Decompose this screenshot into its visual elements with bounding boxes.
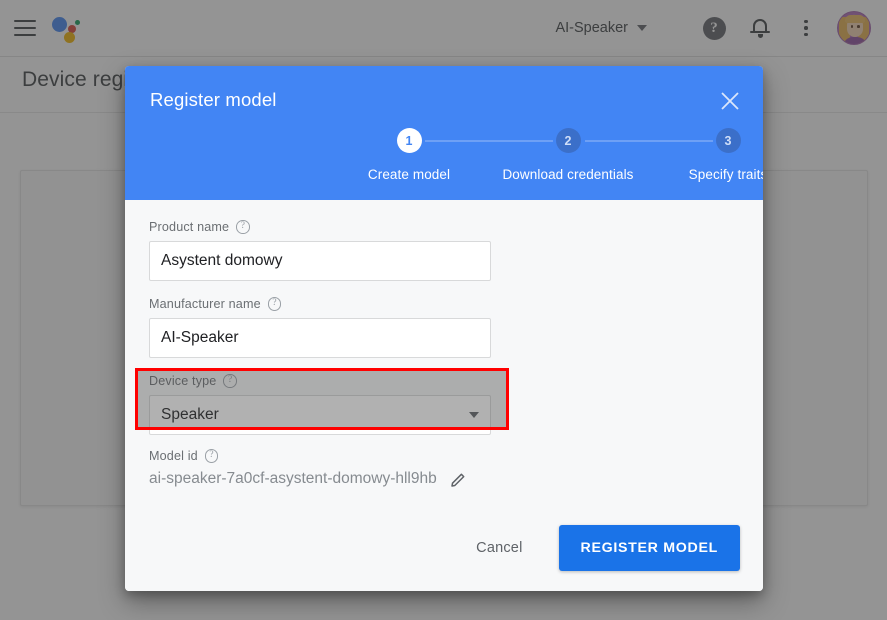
dialog-body: Product name ? Asystent domowy Manufactu… xyxy=(125,200,763,505)
device-type-value: Speaker xyxy=(161,406,219,423)
model-id-label-row: Model id ? xyxy=(149,449,739,463)
device-type-label: Device type xyxy=(149,374,217,388)
dialog-title: Register model xyxy=(150,89,277,110)
register-model-dialog: Register model 1 Create model 2 Download… xyxy=(125,66,763,591)
product-name-input[interactable]: Asystent domowy xyxy=(149,241,491,281)
help-circle-icon[interactable]: ? xyxy=(223,374,237,388)
device-type-select[interactable]: Speaker xyxy=(149,395,491,435)
stepper: 1 Create model 2 Download credentials 3 … xyxy=(125,128,763,192)
cancel-button[interactable]: Cancel xyxy=(462,530,536,566)
manufacturer-name-label-row: Manufacturer name ? xyxy=(149,297,739,311)
dialog-header: Register model 1 Create model 2 Download… xyxy=(125,66,763,200)
help-circle-icon[interactable]: ? xyxy=(267,297,282,311)
step-number-1: 1 xyxy=(396,128,422,153)
screen: AI-Speaker ? xyxy=(0,0,887,620)
stepper-step-1[interactable]: 1 Create model xyxy=(334,128,484,182)
step-number-2: 2 xyxy=(555,128,581,153)
stepper-step-2[interactable]: 2 Download credentials xyxy=(493,128,643,182)
dialog-footer: Cancel REGISTER MODEL xyxy=(125,505,763,591)
product-name-label: Product name xyxy=(149,220,230,234)
device-type-label-row: Device type ? xyxy=(149,374,739,388)
close-icon[interactable] xyxy=(717,88,743,114)
help-circle-icon[interactable]: ? xyxy=(204,449,219,463)
field-product-name: Product name ? Asystent domowy xyxy=(149,220,739,281)
step-label-3: Specify traits xyxy=(688,167,763,182)
product-name-label-row: Product name ? xyxy=(149,220,739,234)
model-id-row: ai-speaker-7a0cf-asystent-domowy-hll9hb xyxy=(149,470,739,488)
register-model-button[interactable]: REGISTER MODEL xyxy=(558,525,740,571)
step-label-1: Create model xyxy=(367,167,451,182)
field-device-type: Device type ? Speaker xyxy=(135,368,739,435)
model-id-label: Model id xyxy=(149,449,198,463)
step-label-2: Download credentials xyxy=(502,167,634,182)
manufacturer-name-input[interactable]: AI-Speaker xyxy=(149,318,491,358)
help-circle-icon[interactable]: ? xyxy=(236,220,250,234)
manufacturer-name-label: Manufacturer name xyxy=(149,297,261,311)
stepper-step-3[interactable]: 3 Specify traits xyxy=(653,128,763,182)
chevron-down-icon xyxy=(469,412,479,418)
field-model-id: Model id ? ai-speaker-7a0cf-asystent-dom… xyxy=(149,449,739,488)
model-id-value: ai-speaker-7a0cf-asystent-domowy-hll9hb xyxy=(149,470,437,487)
field-manufacturer-name: Manufacturer name ? AI-Speaker xyxy=(149,297,739,358)
step-number-3: 3 xyxy=(715,128,741,153)
pencil-edit-icon[interactable] xyxy=(450,471,467,488)
